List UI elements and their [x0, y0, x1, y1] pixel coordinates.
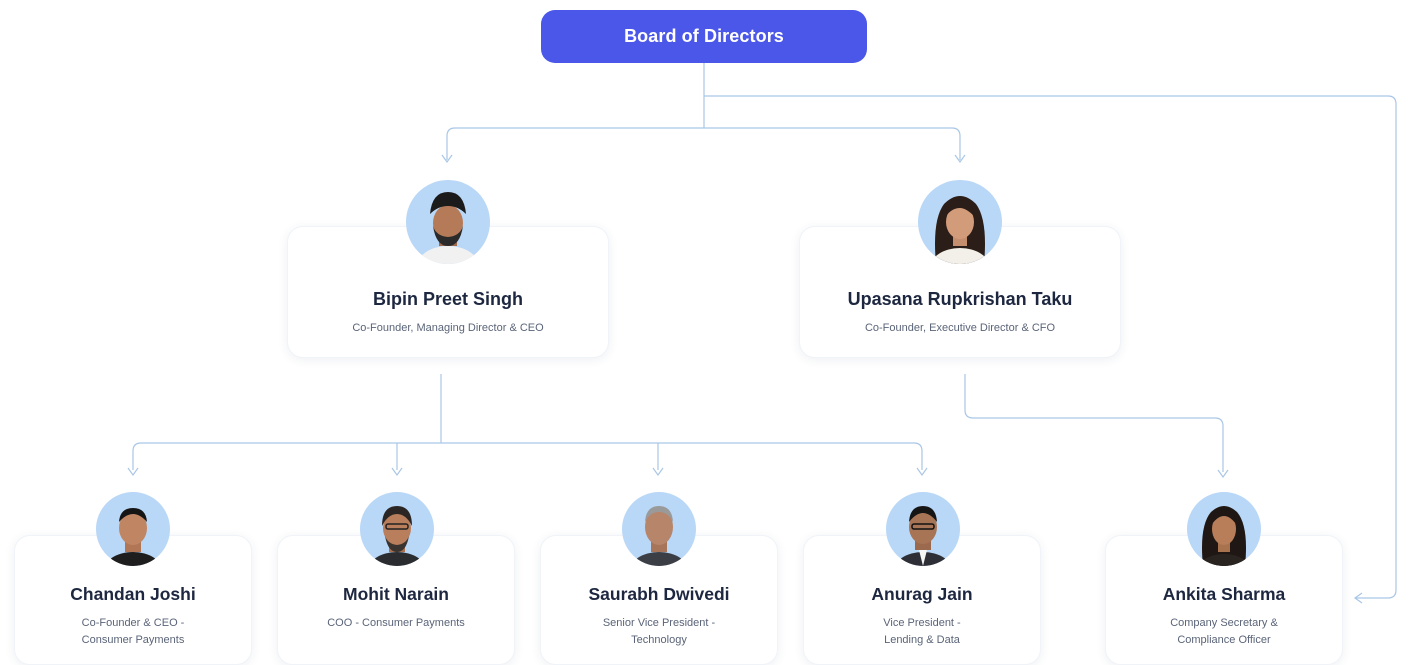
- director-name: Upasana Rupkrishan Taku: [847, 289, 1073, 309]
- director-name: Bipin Preet Singh: [372, 289, 523, 309]
- executive-role-line: Technology: [631, 634, 687, 646]
- executive-name: Ankita Sharma: [1162, 584, 1286, 604]
- executive-role-line: COO - Consumer Payments: [327, 617, 465, 629]
- connector-board-split: [446, 127, 961, 160]
- director-role: Co-Founder, Managing Director & CEO: [352, 322, 544, 334]
- executive-role: Co-Founder & CEO - Consumer Payments: [15, 615, 251, 649]
- board-label: Board of Directors: [624, 26, 784, 46]
- executive-role-line: Vice President -: [883, 617, 961, 629]
- connector-upasana-ankita: [964, 374, 1224, 472]
- executive-role-line: Compliance Officer: [1177, 634, 1271, 646]
- director-role: Co-Founder, Executive Director & CFO: [864, 322, 1056, 334]
- avatar-saurabh: [622, 492, 696, 566]
- executive-name: Chandan Joshi: [70, 584, 196, 604]
- executive-role: Company Secretary & Compliance Officer: [1106, 615, 1342, 649]
- avatar-bipin: [406, 180, 490, 264]
- executive-role-line: Co-Founder & CEO -: [81, 617, 185, 629]
- executive-role-line: Consumer Payments: [81, 634, 185, 646]
- executive-role: Vice President - Lending & Data: [804, 615, 1040, 649]
- avatar-chandan: [96, 492, 170, 566]
- avatar-anurag: [886, 492, 960, 566]
- executive-role: Senior Vice President - Technology: [541, 615, 777, 649]
- executive-name: Mohit Narain: [343, 584, 449, 604]
- executive-name: Anurag Jain: [871, 584, 973, 604]
- avatar-mohit: [360, 492, 434, 566]
- avatar-ankita: [1187, 492, 1261, 566]
- executive-role-line: Senior Vice President -: [602, 617, 716, 629]
- board-of-directors-node[interactable]: Board of Directors: [541, 10, 867, 63]
- executive-role-line: Company Secretary &: [1170, 617, 1278, 629]
- executive-role: COO - Consumer Payments: [278, 615, 514, 632]
- executive-name: Saurabh Dwivedi: [588, 584, 730, 604]
- avatar-upasana: [918, 180, 1002, 264]
- executive-role-line: Lending & Data: [884, 634, 960, 646]
- connector-exec-split: [132, 442, 923, 470]
